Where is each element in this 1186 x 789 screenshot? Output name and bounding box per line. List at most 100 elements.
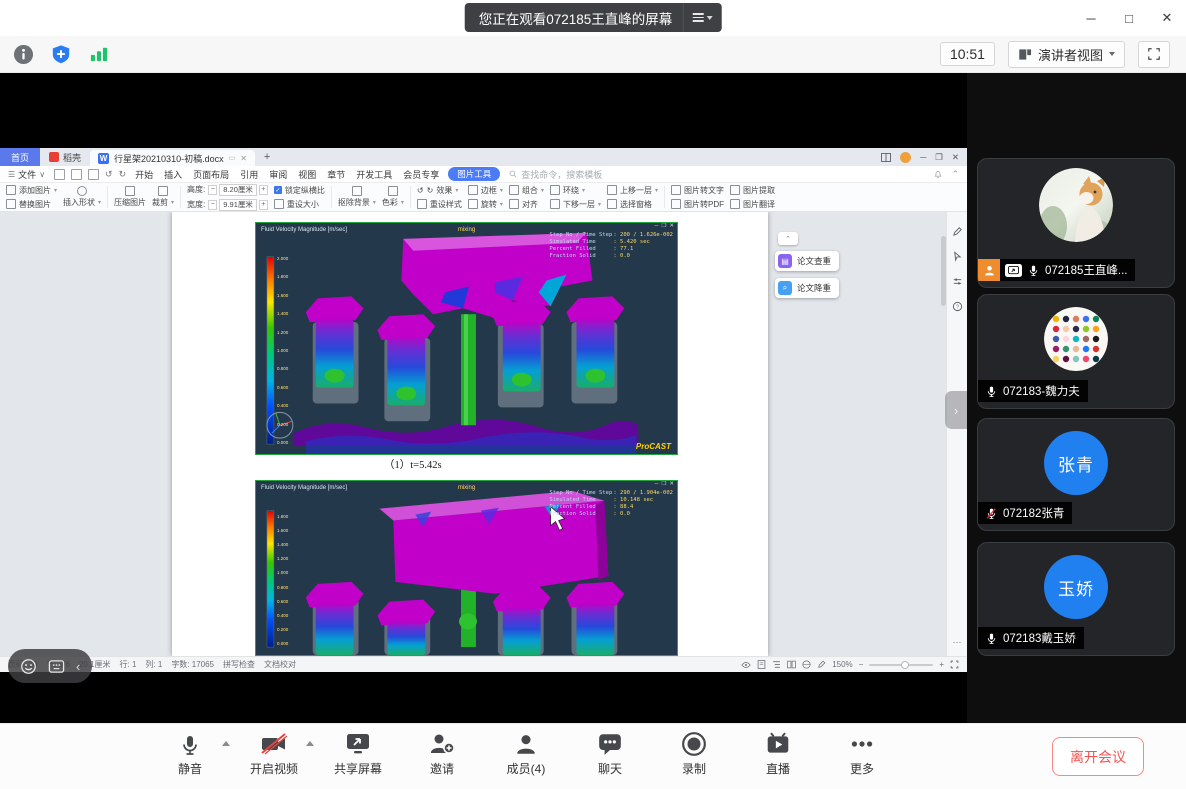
minus-button[interactable]: − <box>208 185 217 195</box>
zoom-out-button[interactable]: − <box>859 660 864 669</box>
multipage-view-icon[interactable] <box>787 660 796 669</box>
wps-tab-home[interactable]: 首页 <box>0 148 40 166</box>
compress-image-button[interactable]: 压缩图片 <box>114 186 146 208</box>
wps-account-avatar[interactable] <box>900 152 911 163</box>
fullscreen-button[interactable] <box>1138 41 1170 68</box>
image-extract-button[interactable]: 图片提取 <box>730 185 775 196</box>
wps-minimize-icon[interactable]: ─ <box>920 152 926 162</box>
bring-forward-button[interactable]: 上移一层▾ <box>607 185 658 196</box>
replace-image-button[interactable]: 替换图片 <box>6 199 57 210</box>
document-page[interactable]: Fluid Velocity Magnitude [m/sec] mixing … <box>172 212 768 656</box>
annotate-pen-icon[interactable] <box>817 660 826 669</box>
edit-pen-icon[interactable] <box>952 226 963 237</box>
members-button[interactable]: 成员(4) <box>484 731 568 777</box>
network-quality-button[interactable] <box>86 41 112 67</box>
chat-button[interactable]: 聊天 <box>568 731 652 777</box>
wps-restore-icon[interactable]: ❐ <box>935 152 943 163</box>
procast-figure-1[interactable]: Fluid Velocity Magnitude [m/sec] mixing … <box>255 222 678 455</box>
more-button[interactable]: 更多 <box>820 731 904 777</box>
effect-button[interactable]: ↺↻效果▾ <box>417 185 462 196</box>
zoom-level[interactable]: 150% <box>832 660 852 669</box>
redo-icon[interactable]: ↻ <box>119 169 127 180</box>
leave-meeting-button[interactable]: 离开会议 <box>1052 737 1144 776</box>
border-button[interactable]: 边框▾ <box>468 185 503 196</box>
banner-menu-button[interactable] <box>682 3 721 32</box>
command-search[interactable]: 查找命令，搜索模板 <box>509 168 602 181</box>
group-button[interactable]: 组合▾ <box>509 185 544 196</box>
collapse-ribbon-icon[interactable]: ⌃ <box>951 169 959 180</box>
participant-tile[interactable]: 玉娇 072183戴玉娇 <box>977 542 1175 656</box>
align-button[interactable]: 对齐 <box>509 199 544 210</box>
selection-pane-button[interactable]: 选择窗格 <box>607 199 658 210</box>
minus-button[interactable]: − <box>208 200 217 210</box>
file-menu[interactable]: ☰ 文件 ∨ <box>8 168 45 181</box>
reset-size-button[interactable]: 重设大小 <box>274 199 325 210</box>
rotate-left-icon[interactable]: ↺ <box>417 186 424 195</box>
eye-protect-icon[interactable] <box>741 661 751 669</box>
maximize-button[interactable]: □ <box>1110 0 1148 36</box>
plus-button[interactable]: + <box>259 185 268 195</box>
mute-button[interactable]: 静音 <box>148 731 232 777</box>
height-value[interactable]: 8.20厘米 <box>219 184 257 196</box>
bell-icon[interactable] <box>934 170 942 179</box>
color-button[interactable]: 色彩▾ <box>382 186 404 208</box>
wrap-button[interactable]: 环绕▾ <box>550 185 601 196</box>
invite-button[interactable]: 邀请 <box>400 731 484 777</box>
zoom-slider-knob[interactable] <box>901 661 909 669</box>
undo-icon[interactable]: ↺ <box>105 169 113 180</box>
floating-reaction-bar[interactable]: ‹ <box>8 649 92 683</box>
image-to-text-button[interactable]: 图片转文字 <box>671 185 724 196</box>
start-video-button[interactable]: 开启视频 <box>232 731 316 777</box>
wps-tab-docer[interactable]: 稻壳 <box>40 148 90 166</box>
collapse-pill-icon[interactable]: ‹ <box>76 659 80 674</box>
save-icon[interactable] <box>54 169 65 180</box>
close-button[interactable]: ✕ <box>1148 0 1186 36</box>
height-stepper[interactable]: − 8.20厘米 + <box>208 184 268 196</box>
rotate-button[interactable]: 旋转▾ <box>468 199 503 210</box>
quick-access-toolbar[interactable]: ↺ ↻ <box>54 169 126 180</box>
width-stepper[interactable]: − 9.91厘米 + <box>208 199 268 211</box>
add-image-button[interactable]: 添加图片▾ <box>6 185 57 196</box>
view-mode-button[interactable]: 演讲者视图 <box>1008 41 1125 68</box>
live-stream-button[interactable]: 直播 <box>736 731 820 777</box>
zoom-in-button[interactable]: + <box>939 660 944 669</box>
width-value[interactable]: 9.91厘米 <box>219 199 257 211</box>
picture-tools-tab[interactable]: 图片工具 <box>448 167 500 181</box>
minimize-button[interactable]: ─ <box>1072 0 1110 36</box>
adjust-sliders-icon[interactable] <box>952 276 963 287</box>
smiley-emoji-icon[interactable] <box>20 658 37 675</box>
video-options-caret[interactable] <box>306 741 314 746</box>
plus-button[interactable]: + <box>259 200 268 210</box>
paper-reduce-button[interactable]: ⌕ 论文降重 <box>775 278 839 298</box>
fit-fullscreen-icon[interactable] <box>950 660 959 669</box>
participant-tile[interactable]: 072183-魏力夫 <box>977 294 1175 409</box>
insert-shape-button[interactable]: 插入形状▾ <box>63 186 101 208</box>
paper-check-button[interactable]: ▤ 论文查重 <box>775 251 839 271</box>
participant-tile[interactable]: 张青 072182张青 <box>977 418 1175 531</box>
preview-icon[interactable] <box>88 169 99 180</box>
meeting-info-button[interactable] <box>10 41 36 67</box>
security-button[interactable] <box>48 41 74 67</box>
zoom-slider[interactable] <box>869 664 933 666</box>
tab-pin-icon[interactable]: ▭ <box>229 154 236 162</box>
web-view-icon[interactable] <box>802 660 811 669</box>
more-tools-icon[interactable]: ⋯ <box>953 637 962 648</box>
image-translate-button[interactable]: 图片翻译 <box>730 199 775 210</box>
collapse-video-panel-handle[interactable]: › <box>945 391 967 429</box>
tab-close-icon[interactable]: ✕ <box>240 154 247 163</box>
send-backward-button[interactable]: 下移一层▾ <box>550 199 601 210</box>
mic-options-caret[interactable] <box>222 741 230 746</box>
rotate-right-icon[interactable]: ↻ <box>427 186 434 195</box>
ribbon-tabs[interactable]: 开始插入页面布局引用审阅视图章节开发工具会员专享 <box>135 168 439 181</box>
print-icon[interactable] <box>71 169 82 180</box>
reaction-grid-icon[interactable] <box>48 659 65 674</box>
select-cursor-icon[interactable] <box>952 251 963 262</box>
remove-background-button[interactable]: 抠除背景▾ <box>338 186 376 208</box>
outline-view-icon[interactable] <box>772 660 781 669</box>
document-canvas[interactable]: Fluid Velocity Magnitude [m/sec] mixing … <box>0 212 967 656</box>
share-screen-button[interactable]: 共享屏幕 <box>316 731 400 777</box>
wps-close-icon[interactable]: ✕ <box>952 152 959 163</box>
page-view-icon[interactable] <box>757 660 766 669</box>
lock-aspect-checkbox[interactable]: ✓锁定纵横比 <box>274 185 325 196</box>
collapse-panel-button[interactable]: ⌃ <box>778 232 798 245</box>
